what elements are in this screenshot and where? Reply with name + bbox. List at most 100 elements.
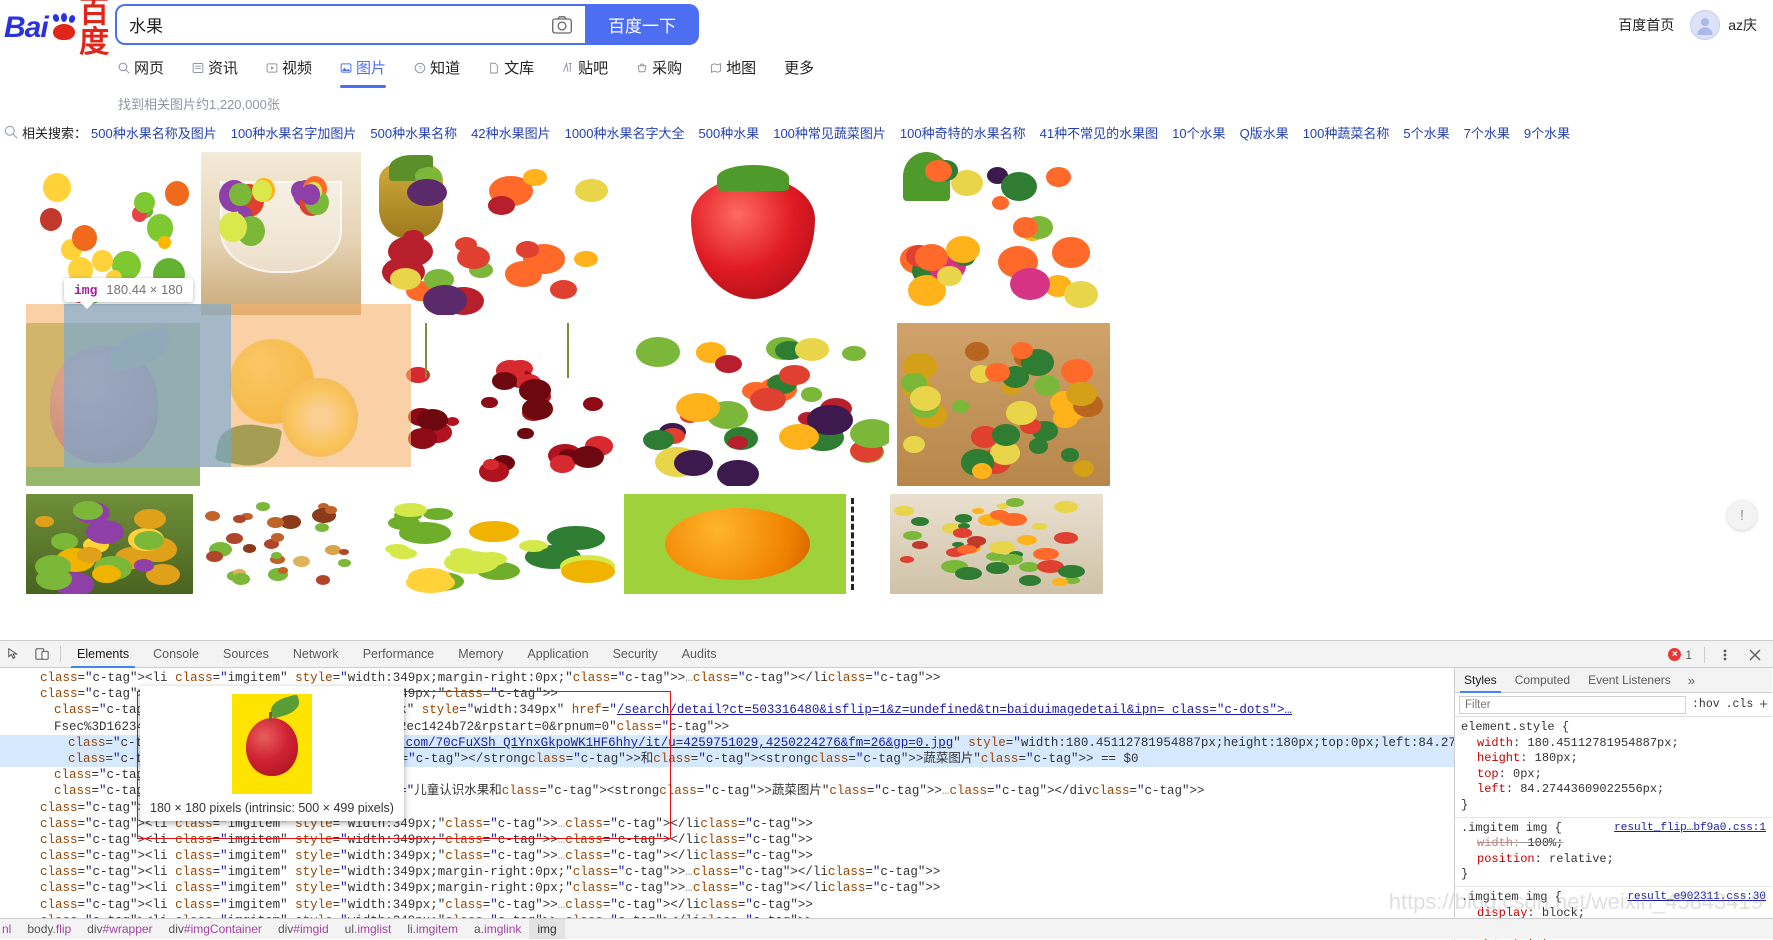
related-search-link-5[interactable]: 500种水果	[699, 123, 760, 142]
styles-tab-styles[interactable]: Styles	[1455, 668, 1506, 693]
related-search-link-2[interactable]: 500种水果名称	[370, 123, 457, 142]
breadcrumb-item[interactable]: ul.imglist	[337, 919, 400, 939]
nav-tab-6[interactable]: 贴吧	[548, 55, 622, 88]
related-search-link-10[interactable]: Q版水果	[1240, 123, 1289, 142]
devtools-tab-application[interactable]: Application	[515, 641, 600, 668]
related-search-link-1[interactable]: 100种水果名字加图片	[231, 123, 357, 142]
styles-filter-input[interactable]	[1459, 695, 1687, 714]
breadcrumb-item[interactable]: div#imgid	[270, 919, 337, 939]
breadcrumb-item[interactable]: nl	[2, 919, 19, 939]
dom-node-line[interactable]: class="c-tag"><li class="imgitem" style=…	[0, 670, 1454, 686]
dom-node-line[interactable]: class="c-tag"><li class="imgitem" style=…	[0, 832, 1454, 848]
chevron-right-icon[interactable]: »	[1680, 673, 1703, 688]
style-property[interactable]: position: relative;	[1461, 852, 1772, 868]
device-toolbar-icon[interactable]	[28, 641, 56, 667]
nav-tab-0[interactable]: 网页	[104, 55, 178, 88]
error-count-badge[interactable]: × 1	[1668, 648, 1698, 662]
style-source-link[interactable]: result_e902311.css:30	[1627, 890, 1766, 906]
nav-tab-9[interactable]: 更多	[770, 55, 828, 88]
dom-node-line[interactable]: class="c-tag"><li class="imgitem" style=…	[0, 880, 1454, 896]
related-search-link-12[interactable]: 5个水果	[1403, 123, 1449, 142]
style-property[interactable]: height: 180px;	[1461, 751, 1772, 767]
hov-toggle[interactable]: :hov	[1692, 698, 1720, 711]
breadcrumb-item[interactable]: img	[529, 919, 565, 939]
image-result-fruit-bowl-table[interactable]	[201, 152, 361, 315]
kebab-menu-icon[interactable]	[1711, 642, 1739, 668]
devtools-body: class="c-tag"><li class="imgitem" style=…	[0, 668, 1773, 940]
image-result-fruit-pile-pineapple[interactable]	[369, 152, 616, 315]
cls-toggle[interactable]: .cls	[1726, 698, 1754, 711]
user-account[interactable]: az庆	[1690, 10, 1757, 40]
devtools-tab-security[interactable]: Security	[601, 641, 670, 668]
breadcrumb-item[interactable]: li.imgitem	[399, 919, 466, 939]
image-result-orange-yellow-bg[interactable]	[624, 494, 882, 594]
style-property[interactable]: width: 100%;	[1461, 836, 1772, 852]
breadcrumb-item[interactable]: a.imglink	[466, 919, 529, 939]
breadcrumb-item[interactable]: div#imgContainer	[161, 919, 270, 939]
image-result-banana-grape-basket[interactable]	[26, 494, 193, 594]
related-search-link-3[interactable]: 42种水果图片	[471, 123, 550, 142]
image-result-lemon-pair[interactable]	[208, 323, 368, 486]
related-search-link-8[interactable]: 41种不常见的水果图	[1040, 123, 1158, 142]
related-search-link-7[interactable]: 100种奇特的水果名称	[900, 123, 1026, 142]
related-search-link-13[interactable]: 7个水果	[1464, 123, 1510, 142]
nav-tab-1[interactable]: 资讯	[178, 55, 252, 88]
style-property[interactable]: left: 84.27443609022556px;	[1461, 782, 1772, 798]
close-icon[interactable]	[1741, 642, 1769, 668]
dom-node-line[interactable]: class="c-tag"><li class="imgitem" style=…	[0, 897, 1454, 913]
nav-tab-2[interactable]: 视频	[252, 55, 326, 88]
style-source-link[interactable]: result_flip…bf9a0.css:1	[1614, 821, 1766, 837]
inspect-element-icon[interactable]	[0, 641, 28, 667]
camera-icon[interactable]	[547, 10, 577, 40]
image-result-fruit-market-baskets[interactable]	[897, 323, 1110, 486]
style-property[interactable]: top: 0px;	[1461, 767, 1772, 783]
related-search-link-6[interactable]: 100种常见蔬菜图片	[773, 123, 886, 142]
image-result-banana-melon-group[interactable]	[369, 494, 616, 594]
devtools-tab-network[interactable]: Network	[281, 641, 351, 668]
devtools-tab-performance[interactable]: Performance	[351, 641, 447, 668]
devtools-tab-elements[interactable]: Elements	[65, 641, 141, 668]
style-property-value: 100%;	[1527, 836, 1564, 851]
nav-tab-3[interactable]: 图片	[326, 55, 400, 88]
styles-rules-list[interactable]: element.style {width: 180.45112781954887…	[1455, 717, 1772, 940]
nav-tab-5[interactable]: 文库	[474, 55, 548, 88]
image-result-mixed-fruit-flatlay[interactable]	[631, 323, 889, 486]
nav-tab-4[interactable]: ? 知道	[400, 55, 474, 88]
baidu-home-link[interactable]: 百度首页	[1618, 15, 1674, 35]
style-rule[interactable]: .imgitem img {result_flip…bf9a0.css:1 wid…	[1455, 818, 1772, 887]
related-search-link-14[interactable]: 9个水果	[1524, 123, 1570, 142]
dom-tree-pane[interactable]: class="c-tag"><li class="imgitem" style=…	[0, 668, 1454, 940]
image-result-cherries-bunch[interactable]	[376, 323, 623, 486]
image-result-exotic-fruits-row[interactable]	[201, 494, 361, 594]
breadcrumb-item[interactable]: div#wrapper	[79, 919, 160, 939]
scroll-hint-button[interactable]: !	[1727, 500, 1757, 530]
search-button[interactable]: 百度一下	[585, 4, 699, 45]
new-style-rule-button[interactable]: +	[1759, 697, 1768, 712]
devtools-tab-memory[interactable]: Memory	[446, 641, 515, 668]
image-result-strawberry-single[interactable]	[624, 152, 882, 315]
devtools-tab-console[interactable]: Console	[141, 641, 211, 668]
related-search-link-0[interactable]: 500种水果名称及图片	[91, 123, 217, 142]
image-result-fruit-stand-shop[interactable]	[890, 494, 1103, 594]
styles-sidebar-tabs: Styles Computed Event Listeners»	[1455, 668, 1772, 693]
styles-tab-computed[interactable]: Computed	[1506, 668, 1579, 693]
nav-tab-label: 图片	[356, 60, 387, 77]
dom-node-line[interactable]: class="c-tag"><li class="imgitem" style=…	[0, 864, 1454, 880]
related-search-link-4[interactable]: 1000种水果名字大全	[565, 123, 685, 142]
style-rule[interactable]: element.style {width: 180.45112781954887…	[1455, 717, 1772, 818]
nav-tab-8[interactable]: 地图	[696, 55, 770, 88]
image-result-red-apple-highlighted[interactable]	[26, 323, 200, 486]
related-search-link-9[interactable]: 10个水果	[1172, 123, 1225, 142]
dom-node-text: class="c-tag"><li	[40, 832, 168, 847]
styles-tab-event-listeners[interactable]: Event Listeners	[1579, 668, 1680, 693]
related-search-link-11[interactable]: 100种蔬菜名称	[1303, 123, 1390, 142]
breadcrumb-item[interactable]: body.flip	[19, 919, 79, 939]
nav-tab-7[interactable]: 采购	[622, 55, 696, 88]
style-property[interactable]: width: 180.45112781954887px;	[1461, 736, 1772, 752]
devtools-tab-sources[interactable]: Sources	[211, 641, 281, 668]
search-input[interactable]	[117, 7, 547, 42]
dom-node-line[interactable]: class="c-tag"><li class="imgitem" style=…	[0, 848, 1454, 864]
devtools-tab-audits[interactable]: Audits	[670, 641, 729, 668]
search-box[interactable]	[115, 4, 585, 45]
image-result-tropical-fruit-spread[interactable]	[890, 152, 1103, 315]
